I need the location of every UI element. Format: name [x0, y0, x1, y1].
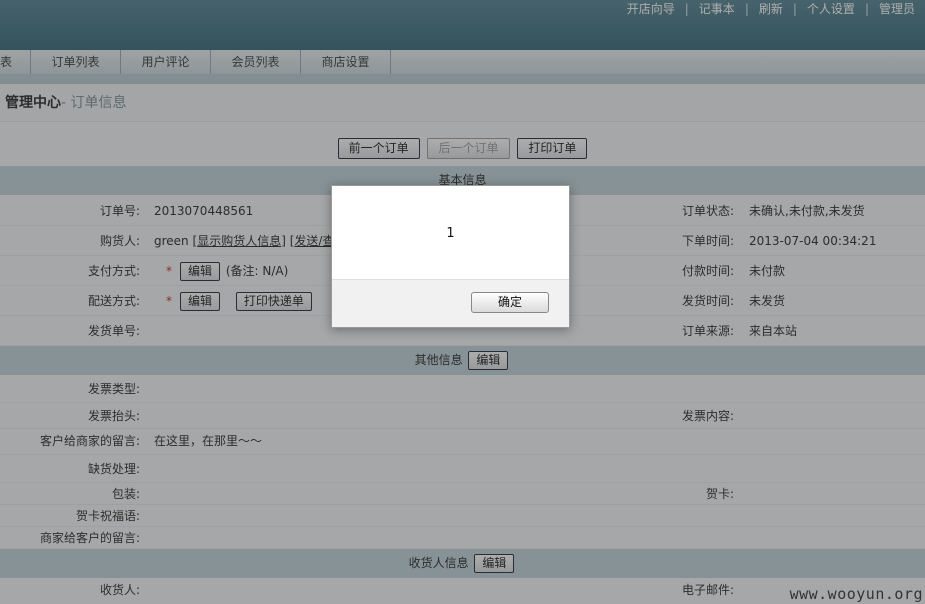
watermark: www.wooyun.org — [789, 585, 923, 603]
ok-button[interactable]: 确定 — [471, 292, 549, 313]
alert-dialog: 1 确定 — [331, 185, 570, 328]
alert-message: 1 — [446, 226, 455, 241]
alert-footer: 确定 — [332, 279, 569, 327]
